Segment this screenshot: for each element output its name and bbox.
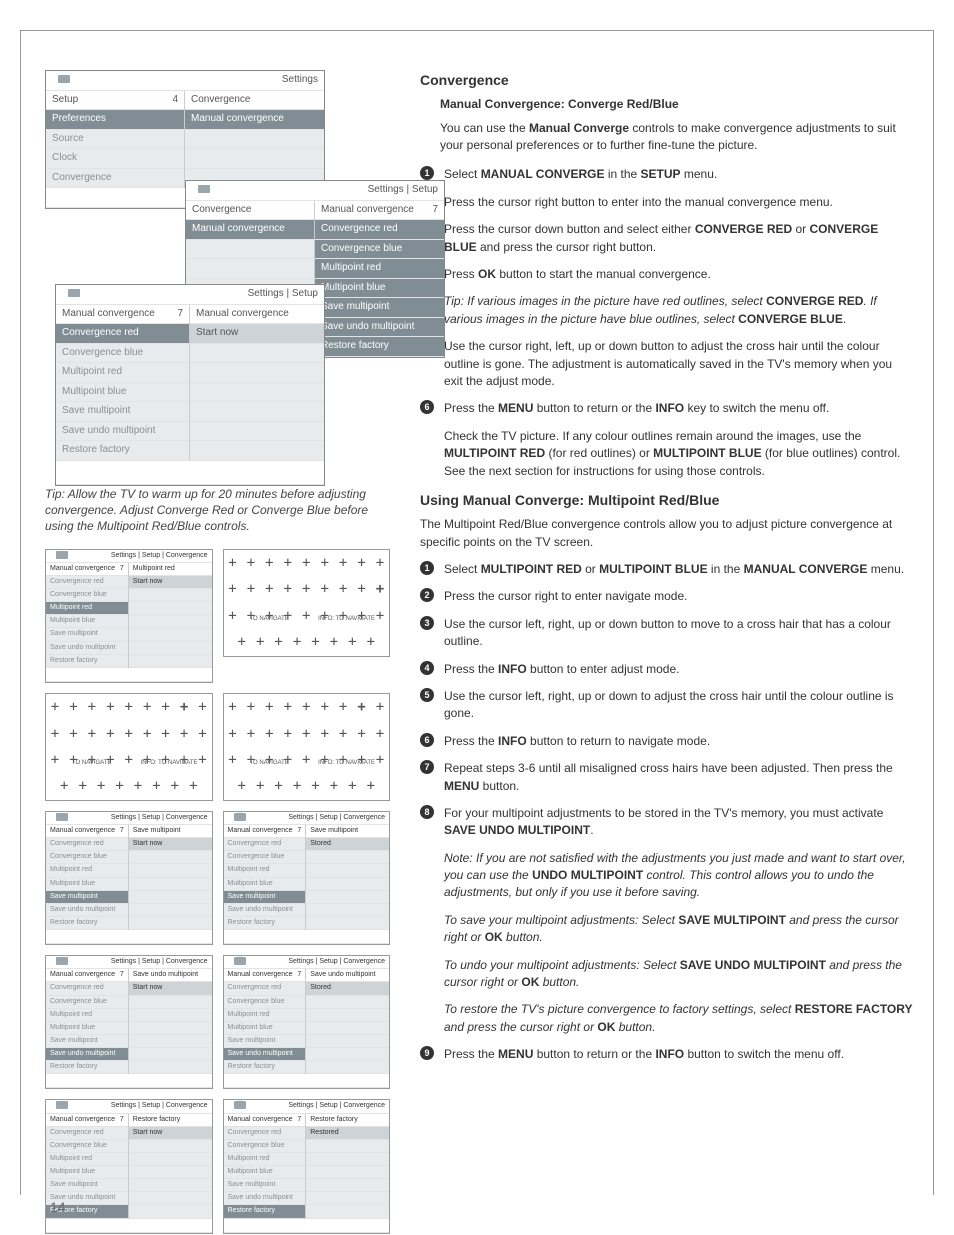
page-number: 14 bbox=[50, 1197, 66, 1217]
mini-menu-save-undo: Settings | Setup | Convergence Manual co… bbox=[45, 955, 213, 1089]
left-column: Settings Setup4 Preferences Source Clock… bbox=[30, 40, 390, 1215]
mini-menu-save-multipoint-stored: Settings | Setup | Convergence Manual co… bbox=[223, 811, 391, 945]
tip-warmup: Tip: Allow the TV to warm up for 20 minu… bbox=[45, 486, 390, 535]
note-save: To save your multipoint adjustments: Sel… bbox=[444, 912, 914, 947]
mini-menu-save-multipoint: Settings | Setup | Convergence Manual co… bbox=[45, 811, 213, 945]
note-undo: Note: If you are not satisfied with the … bbox=[444, 850, 914, 902]
intro-multipoint: The Multipoint Red/Blue convergence cont… bbox=[420, 516, 914, 551]
mini-menu-save-undo-stored: Settings | Setup | Convergence Manual co… bbox=[223, 955, 391, 1089]
right-column: Convergence Manual Convergence: Converge… bbox=[420, 40, 924, 1215]
mini-menu-restore: Settings | Setup | Convergence Manual co… bbox=[45, 1099, 213, 1233]
heading-convergence: Convergence bbox=[420, 70, 914, 90]
crosshair-grid-3: +++++++ +++++++ +++++++ +++++++ +++++++ … bbox=[223, 693, 391, 801]
menu-manual-convergence: Settings | Setup Manual convergence 7 Co… bbox=[55, 284, 325, 486]
crosshair-grid-1: +++++++ +++++++ +++++++ +++++++ +++++++ … bbox=[223, 549, 391, 657]
note-undo2: To undo your multipoint adjustments: Sel… bbox=[444, 957, 914, 992]
heading-manual: Manual Convergence: Converge Red/Blue bbox=[440, 96, 914, 113]
steps-manual: 1Select MANUAL CONVERGE in the SETUP men… bbox=[420, 166, 914, 283]
crosshair-grid-2: +++++++ +++++++ +++++++ +++++++ +++++++ … bbox=[45, 693, 213, 801]
steps-multipoint: 1Select MULTIPOINT RED or MULTIPOINT BLU… bbox=[420, 561, 914, 840]
mini-grid: Settings | Setup | Convergence Manual co… bbox=[45, 549, 390, 1234]
note-restore: To restore the TV's picture convergence … bbox=[444, 1001, 914, 1036]
mini-menu-multipoint-red: Settings | Setup | Convergence Manual co… bbox=[45, 549, 213, 683]
tip-red-blue: Tip: If various images in the picture ha… bbox=[444, 293, 914, 328]
mini-menu-restore-restored: Settings | Setup | Convergence Manual co… bbox=[223, 1099, 391, 1233]
menu-tab: Settings bbox=[282, 73, 318, 88]
check-picture: Check the TV picture. If any colour outl… bbox=[444, 428, 914, 480]
heading-multipoint: Using Manual Converge: Multipoint Red/Bl… bbox=[420, 490, 914, 510]
intro-manual: You can use the Manual Converge controls… bbox=[440, 120, 914, 155]
